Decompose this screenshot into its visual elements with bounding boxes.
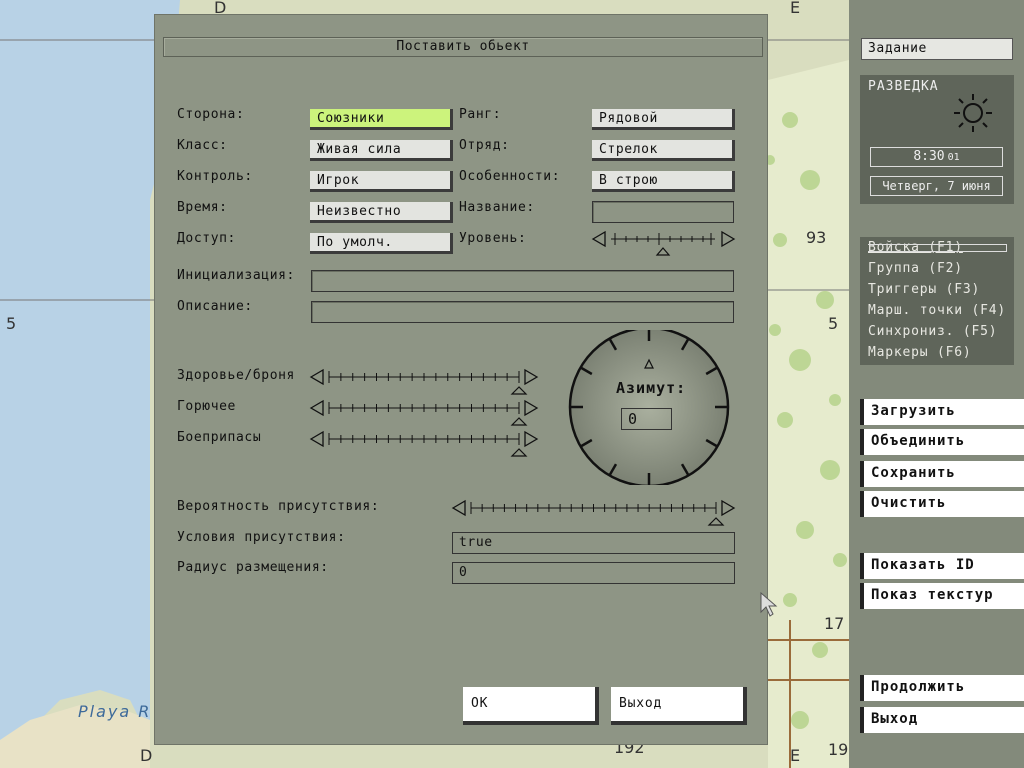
control-label: Контроль:	[177, 169, 253, 184]
description-label: Описание:	[177, 299, 253, 314]
health-label: Здоровье/броня	[177, 368, 295, 383]
tab-waypoints[interactable]: Марш. точки (F4)	[868, 303, 1006, 318]
map-label: E	[790, 0, 801, 17]
map-label: 93	[806, 228, 827, 247]
clear-button[interactable]: Очистить	[860, 491, 1024, 517]
squad-label: Отряд:	[459, 138, 510, 153]
time-seconds: 01	[947, 152, 960, 163]
rank-label: Ранг:	[459, 107, 502, 122]
rank-field[interactable]: Рядовой	[592, 109, 735, 130]
fuel-slider[interactable]	[309, 398, 539, 428]
ammo-slider[interactable]	[309, 429, 539, 459]
mouse-cursor-icon	[760, 592, 778, 617]
map-label: 17	[824, 614, 845, 633]
time-display: 8:30 01	[870, 147, 1003, 167]
place-object-dialog: Поставить обьект Сторона: Союзники Класс…	[154, 14, 768, 745]
probability-label: Вероятность присутствия:	[177, 499, 380, 514]
dialog-title: Поставить обьект	[396, 39, 530, 54]
dialog-title-bar: Поставить обьект	[163, 37, 763, 57]
merge-button[interactable]: Объединить	[860, 429, 1024, 455]
map-label: Playa R	[78, 702, 152, 721]
access-field[interactable]: По умолч.	[310, 233, 453, 254]
map-label: D	[140, 746, 153, 765]
map-label: 5	[828, 314, 839, 333]
map-label: 5	[6, 314, 17, 333]
side-label: Сторона:	[177, 107, 245, 122]
tab-sync[interactable]: Синхрониз. (F5)	[868, 324, 997, 339]
radius-label: Радиус размещения:	[177, 560, 329, 575]
show-textures-button[interactable]: Показ текстур	[860, 583, 1024, 609]
task-button[interactable]: Задание	[861, 38, 1013, 60]
level-slider-thumb[interactable]	[655, 247, 671, 256]
special-label: Особенности:	[459, 169, 561, 184]
azimuth-input[interactable]: 0	[621, 408, 672, 430]
exit-dialog-button[interactable]: Выход	[611, 687, 747, 725]
tab-groups[interactable]: Группа (F2)	[868, 261, 963, 276]
class-label: Класс:	[177, 138, 228, 153]
mission-title: РАЗВЕДКА	[868, 79, 939, 94]
tab-units-underline	[868, 244, 1007, 252]
continue-button[interactable]: Продолжить	[860, 675, 1024, 701]
slider-thumb[interactable]	[510, 386, 528, 395]
name-label: Название:	[459, 200, 535, 215]
condition-input[interactable]: true	[452, 532, 735, 554]
description-input[interactable]	[311, 301, 734, 323]
health-slider[interactable]	[309, 367, 539, 397]
slider-thumb[interactable]	[510, 448, 528, 457]
tab-markers[interactable]: Маркеры (F6)	[868, 345, 972, 360]
time-field[interactable]: Неизвестно	[310, 202, 453, 223]
weather-sun-icon	[954, 94, 992, 132]
special-field[interactable]: В строю	[592, 171, 735, 192]
side-field[interactable]: Союзники	[310, 109, 453, 130]
ammo-label: Боеприпасы	[177, 430, 262, 445]
access-label: Доступ:	[177, 231, 236, 246]
time-hm: 8:30	[913, 149, 945, 164]
squad-field[interactable]: Стрелок	[592, 140, 735, 161]
level-slider[interactable]	[591, 229, 736, 257]
class-field[interactable]: Живая сила	[310, 140, 453, 161]
date-display: Четверг, 7 июня	[870, 176, 1003, 196]
show-ids-button[interactable]: Показать ID	[860, 553, 1024, 579]
time-label: Время:	[177, 200, 228, 215]
fuel-label: Горючее	[177, 399, 236, 414]
azimuth-label: Азимут:	[616, 379, 687, 397]
radius-input[interactable]: 0	[452, 562, 735, 584]
exit-button[interactable]: Выход	[860, 707, 1024, 733]
slider-thumb[interactable]	[510, 417, 528, 426]
ok-button[interactable]: OK	[463, 687, 599, 725]
init-label: Инициализация:	[177, 268, 295, 283]
load-button[interactable]: Загрузить	[860, 399, 1024, 425]
slider-thumb[interactable]	[707, 517, 725, 526]
save-button[interactable]: Сохранить	[860, 461, 1024, 487]
tab-triggers[interactable]: Триггеры (F3)	[868, 282, 980, 297]
control-field[interactable]: Игрок	[310, 171, 453, 192]
name-input[interactable]	[592, 201, 734, 223]
probability-slider[interactable]	[451, 498, 736, 528]
map-label: E	[790, 746, 801, 765]
init-input[interactable]	[311, 270, 734, 292]
level-label: Уровень:	[459, 231, 527, 246]
map-label: 19	[828, 740, 849, 759]
condition-label: Условия присутствия:	[177, 530, 346, 545]
